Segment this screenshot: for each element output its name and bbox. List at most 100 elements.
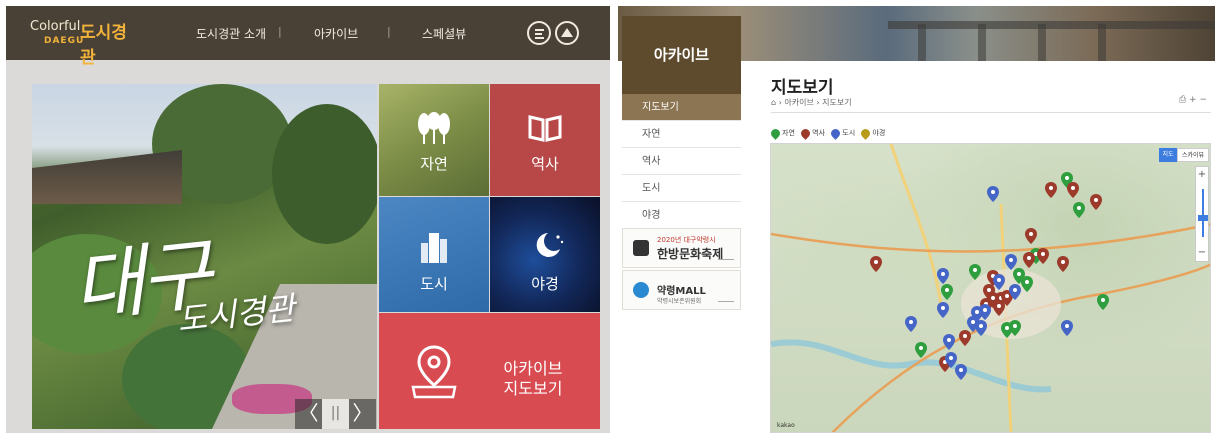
side-menu-title: 아카이브 (622, 16, 741, 94)
tile-city-label: 도시 (420, 275, 448, 293)
side-menu-item-history[interactable]: 역사 (622, 148, 741, 175)
map-marker-dot (1013, 288, 1017, 292)
map-marker-dot (983, 308, 987, 312)
tile-nature[interactable]: 자연 (379, 84, 489, 196)
side-menu: 지도보기 자연 역사 도시 야경 (622, 94, 741, 229)
nav-separator: | (387, 25, 391, 38)
legend-item-history[interactable]: 역사 (799, 126, 825, 140)
map-marker-dot (1049, 186, 1053, 190)
map-type-map-button[interactable]: 지도 (1159, 148, 1177, 162)
map-marker-dot (1041, 252, 1045, 256)
nav-item-special-view[interactable]: 스페셜뷰 (422, 25, 466, 42)
tile-archive-line2: 지도보기 (503, 379, 563, 398)
map-marker-dot (1009, 258, 1013, 262)
kakao-map[interactable]: 지도 스카이뷰 + − kakao (770, 143, 1211, 433)
map-marker-dot (1065, 176, 1069, 180)
menu-icon[interactable] (527, 21, 551, 45)
map-marker-dot (1071, 186, 1075, 190)
colorful-daegu-logo[interactable]: Colorful DAEGU 도시경관 (30, 16, 140, 68)
zoom-in-button[interactable]: + (1196, 167, 1208, 183)
map-marker-dot (1065, 324, 1069, 328)
page-title: 지도보기 (771, 78, 834, 98)
map-marker-dot (941, 272, 945, 276)
nav-item-archive[interactable]: 아카이브 (314, 25, 358, 42)
side-menu-item-map[interactable]: 지도보기 (622, 94, 741, 121)
tile-archive-line1: 아카이브 (503, 359, 563, 378)
logo-brand-sub: DAEGU (44, 36, 85, 46)
hero-image: 대구 도시경관 (32, 84, 377, 429)
promo-festival-title: 한방문화축제 (657, 247, 724, 261)
top-navigation-bar: Colorful DAEGU 도시경관 도시경관 소개 | 아카이브 | 스페셜… (6, 6, 610, 68)
legend-item-nature[interactable]: 자연 (769, 126, 795, 140)
promo-banner-festival[interactable]: 2020년 대구약령시 한방문화축제 (622, 228, 741, 268)
map-marker-dot (975, 310, 979, 314)
arrow-right-icon (718, 301, 734, 302)
main-page-panel: Colorful DAEGU 도시경관 도시경관 소개 | 아카이브 | 스페셜… (6, 6, 610, 433)
pin-icon (859, 126, 873, 140)
map-marker-dot (1013, 324, 1017, 328)
pin-icon (829, 126, 843, 140)
map-marker-dot (963, 334, 967, 338)
nav-item-intro[interactable]: 도시경관 소개 (196, 25, 266, 42)
breadcrumb-separator: › (816, 98, 820, 107)
building-icon (421, 233, 447, 263)
breadcrumb-item-archive[interactable]: 아카이브 (784, 98, 813, 107)
promo-banner-mall[interactable]: 약령MALL 약령시보존위원회 (622, 270, 741, 310)
moon-icon (536, 233, 564, 257)
map-marker-dot (1094, 198, 1098, 202)
tile-city[interactable]: 도시 (379, 197, 489, 312)
slider-next-button[interactable]: 〉 (349, 399, 376, 429)
map-marker-dot (987, 288, 991, 292)
promo-mall-title: 약령MALL (657, 286, 706, 297)
side-menu-item-nature[interactable]: 자연 (622, 121, 741, 148)
legend-item-city[interactable]: 도시 (829, 126, 855, 140)
map-pin-icon (411, 345, 457, 399)
promo-festival-caption: 2020년 대구약령시 (657, 236, 716, 244)
map-zoom-control[interactable]: + − (1195, 166, 1209, 262)
map-marker-dot (1005, 326, 1009, 330)
home-icon[interactable]: ⌂ (771, 98, 776, 107)
pin-icon (799, 126, 812, 140)
tile-night[interactable]: 야경 (490, 197, 600, 312)
tile-history[interactable]: 역사 (490, 84, 600, 196)
zoom-track (1202, 189, 1204, 237)
map-marker-dot (919, 346, 923, 350)
pin-icon (769, 126, 782, 140)
tile-night-label: 야경 (531, 275, 559, 293)
divider (771, 112, 1211, 113)
breadcrumb-item-map: 지도보기 (822, 98, 852, 107)
map-marker-dot (1005, 294, 1009, 298)
page-tools[interactable]: ⎙ + − (1179, 95, 1207, 105)
map-marker-dot (991, 296, 995, 300)
map-legend: 자연 역사 도시 야경 (769, 126, 889, 140)
breadcrumb: ⌂ › 아카이브 › 지도보기 (771, 97, 852, 108)
map-marker-dot (874, 260, 878, 264)
map-marker-dot (949, 356, 953, 360)
side-menu-item-night[interactable]: 야경 (622, 202, 741, 229)
map-marker-dot (1101, 298, 1105, 302)
map-marker-dot (945, 288, 949, 292)
hanok-roof (32, 150, 182, 204)
map-canvas (771, 144, 1210, 432)
map-marker-dot (1061, 260, 1065, 264)
zoom-out-button[interactable]: − (1196, 245, 1208, 261)
map-marker-dot (1029, 232, 1033, 236)
tile-archive-map[interactable]: 아카이브 지도보기 (379, 313, 600, 429)
tile-nature-label: 자연 (420, 155, 448, 173)
map-attribution: kakao (777, 422, 795, 429)
arrow-right-icon (718, 259, 734, 260)
map-marker-dot (909, 320, 913, 324)
scroll-top-icon[interactable] (555, 21, 579, 45)
map-marker-dot (1027, 256, 1031, 260)
slider-pause-button[interactable]: || (322, 399, 349, 429)
slider-prev-button[interactable]: 〈 (295, 399, 322, 429)
map-marker-dot (959, 368, 963, 372)
map-marker-dot (1017, 272, 1021, 276)
zoom-slider-handle[interactable] (1198, 215, 1208, 221)
breadcrumb-separator: › (778, 98, 782, 107)
side-menu-item-city[interactable]: 도시 (622, 175, 741, 202)
map-type-skyview-button[interactable]: 스카이뷰 (1177, 148, 1209, 162)
map-marker-dot (1077, 206, 1081, 210)
legend-item-night[interactable]: 야경 (859, 126, 885, 140)
archive-map-page-panel: 아카이브 지도보기 자연 역사 도시 야경 2020년 대구약령시 한방문화축제… (618, 6, 1215, 433)
